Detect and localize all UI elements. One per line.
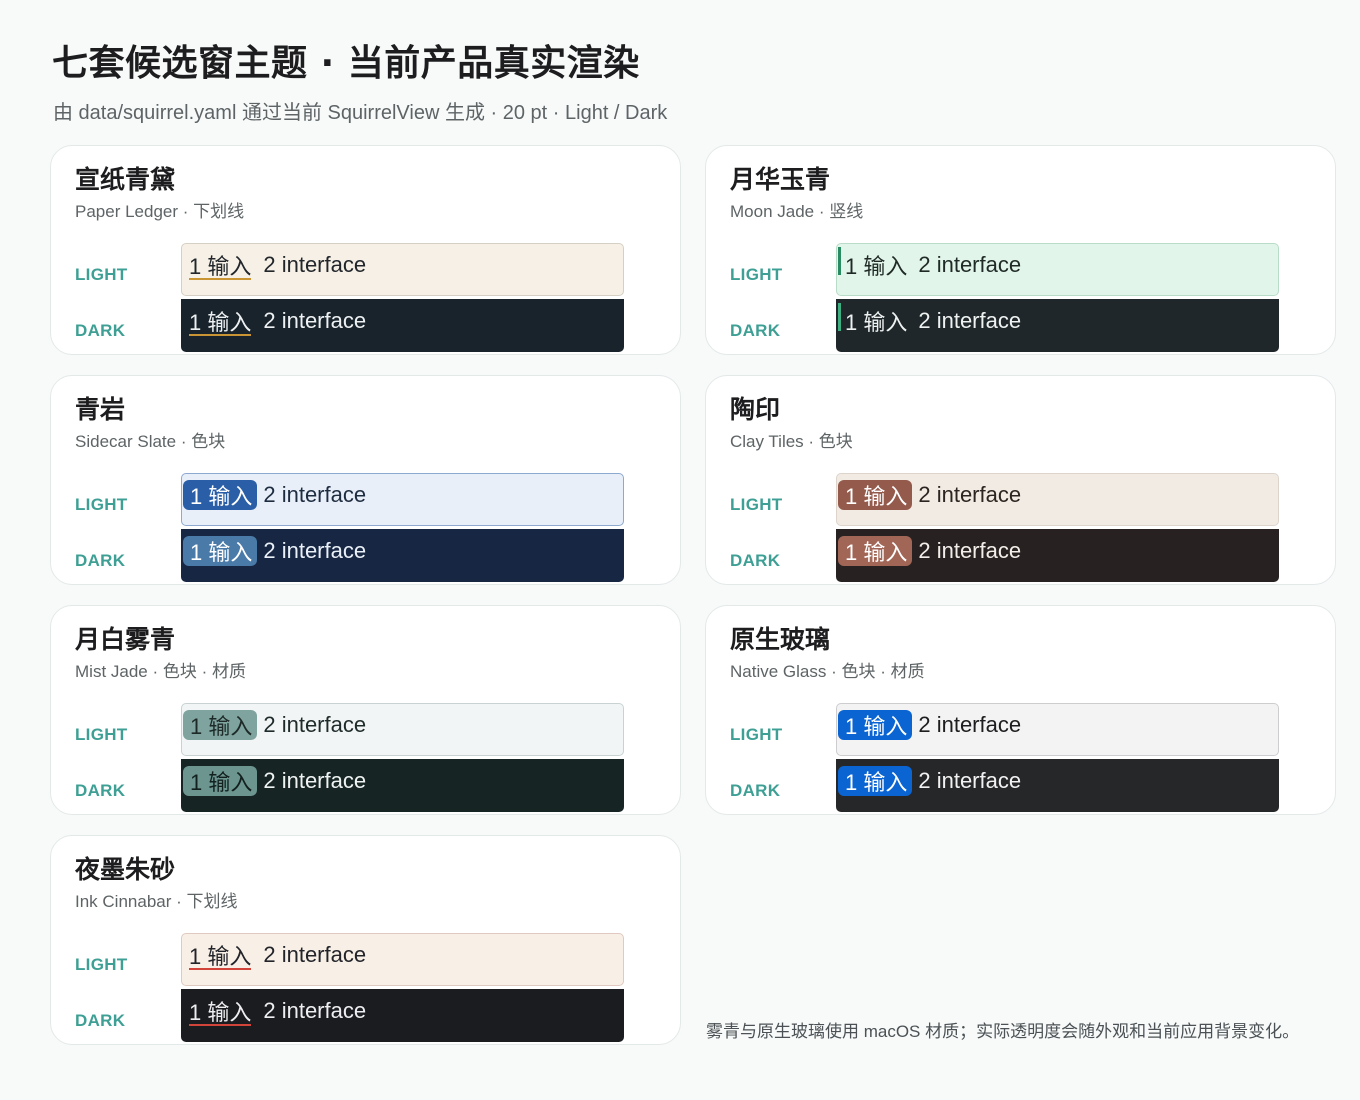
theme-subtitle: Sidecar Slate · 色块 (75, 432, 226, 451)
light-mode-label: LIGHT (75, 725, 128, 744)
dark-mode-label: DARK (730, 781, 781, 800)
theme-name: 青岩 (75, 395, 126, 424)
theme-card[interactable]: 原生玻璃 Native Glass · 色块 · 材质 LIGHT DARK 1… (705, 605, 1336, 815)
page-subtitle: 由 data/squirrel.yaml 通过当前 SquirrelView 生… (53, 102, 668, 124)
theme-name: 原生玻璃 (730, 625, 831, 654)
theme-card[interactable]: 夜墨朱砂 Ink Cinnabar · 下划线 LIGHT DARK 1 输入 … (50, 835, 681, 1045)
candidate-panel-dark: 1 输入 2 interface (181, 759, 624, 812)
dark-mode-label: DARK (75, 781, 126, 800)
candidate-2[interactable]: 2 interface (257, 536, 371, 566)
dark-mode-label: DARK (75, 551, 126, 570)
theme-name: 月白雾青 (75, 625, 176, 654)
candidate-panel-light: 1 输入 2 interface (181, 933, 624, 986)
theme-subtitle: Ink Cinnabar · 下划线 (75, 892, 238, 911)
dark-mode-label: DARK (730, 551, 781, 570)
candidate-1[interactable]: 1 输入 (183, 710, 258, 740)
candidate-panel-light: 1 输入 2 interface (181, 473, 624, 526)
candidate-1[interactable]: 1 输入 (838, 306, 912, 336)
candidate-2[interactable]: 2 interface (912, 480, 1026, 510)
dark-mode-label: DARK (730, 321, 781, 340)
candidate-2[interactable]: 2 interface (912, 306, 1026, 336)
theme-card[interactable]: 青岩 Sidecar Slate · 色块 LIGHT DARK 1 输入 2 … (50, 375, 681, 585)
candidate-1[interactable]: 1 输入 (838, 710, 913, 740)
candidate-panel-dark: 1 输入 2 interface (836, 529, 1279, 582)
candidate-panel-dark: 1 输入 2 interface (836, 299, 1279, 352)
candidate-panel-light: 1 输入 2 interface (836, 243, 1279, 296)
footnote: 雾青与原生玻璃使用 macOS 材质；实际透明度会随外观和当前应用背景变化。 (706, 1022, 1300, 1041)
theme-grid: 宣纸青黛 Paper Ledger · 下划线 LIGHT DARK 1 输入 … (50, 145, 1336, 1045)
page-title: 七套候选窗主题 · 当前产品真实渲染 (52, 43, 640, 84)
theme-name: 宣纸青黛 (75, 165, 176, 194)
candidate-1[interactable]: 1 输入 (838, 536, 913, 566)
candidate-panel-dark: 1 输入 2 interface (836, 759, 1279, 812)
candidate-1[interactable]: 1 输入 (838, 766, 913, 796)
theme-card[interactable]: 月白雾青 Mist Jade · 色块 · 材质 LIGHT DARK 1 输入… (50, 605, 681, 815)
theme-subtitle: Moon Jade · 竖线 (730, 202, 864, 221)
theme-card[interactable]: 月华玉青 Moon Jade · 竖线 LIGHT DARK 1 输入 2 in… (705, 145, 1336, 355)
theme-card[interactable]: 陶印 Clay Tiles · 色块 LIGHT DARK 1 输入 2 int… (705, 375, 1336, 585)
candidate-1[interactable]: 1 输入 (838, 250, 912, 280)
candidate-2[interactable]: 2 interface (257, 710, 371, 740)
light-mode-label: LIGHT (75, 265, 128, 284)
candidate-2[interactable]: 2 interface (257, 996, 371, 1026)
light-mode-label: LIGHT (75, 495, 128, 514)
candidate-1[interactable]: 1 输入 (183, 480, 258, 510)
candidate-1[interactable]: 1 输入 (183, 766, 258, 796)
candidate-2[interactable]: 2 interface (912, 250, 1026, 280)
candidate-2[interactable]: 2 interface (257, 480, 371, 510)
candidate-2[interactable]: 2 interface (257, 250, 371, 280)
candidate-2[interactable]: 2 interface (257, 306, 371, 336)
candidate-panel-dark: 1 输入 2 interface (181, 989, 624, 1042)
theme-name: 月华玉青 (730, 165, 831, 194)
theme-card[interactable]: 宣纸青黛 Paper Ledger · 下划线 LIGHT DARK 1 输入 … (50, 145, 681, 355)
light-mode-label: LIGHT (730, 725, 783, 744)
candidate-2[interactable]: 2 interface (257, 940, 371, 970)
candidate-1[interactable]: 1 输入 (189, 306, 251, 336)
theme-name: 陶印 (730, 395, 781, 424)
candidate-panel-light: 1 输入 2 interface (181, 703, 624, 756)
dark-mode-label: DARK (75, 321, 126, 340)
candidate-panel-light: 1 输入 2 interface (836, 703, 1279, 756)
selection-bar (838, 303, 841, 331)
candidate-2[interactable]: 2 interface (912, 536, 1026, 566)
theme-subtitle: Paper Ledger · 下划线 (75, 202, 245, 221)
dark-mode-label: DARK (75, 1011, 126, 1030)
theme-subtitle: Native Glass · 色块 · 材质 (730, 662, 925, 681)
theme-name: 夜墨朱砂 (75, 855, 176, 884)
candidate-panel-dark: 1 输入 2 interface (181, 529, 624, 582)
selection-bar (838, 247, 841, 275)
theme-subtitle: Mist Jade · 色块 · 材质 (75, 662, 246, 681)
light-mode-label: LIGHT (730, 265, 783, 284)
light-mode-label: LIGHT (730, 495, 783, 514)
candidate-1[interactable]: 1 输入 (183, 536, 258, 566)
candidate-1[interactable]: 1 输入 (189, 940, 251, 970)
light-mode-label: LIGHT (75, 955, 128, 974)
candidate-2[interactable]: 2 interface (912, 710, 1026, 740)
candidate-panel-dark: 1 输入 2 interface (181, 299, 624, 352)
candidate-1[interactable]: 1 输入 (189, 996, 251, 1026)
candidate-panel-light: 1 输入 2 interface (836, 473, 1279, 526)
candidate-2[interactable]: 2 interface (257, 766, 371, 796)
candidate-panel-light: 1 输入 2 interface (181, 243, 624, 296)
candidate-1[interactable]: 1 输入 (189, 250, 251, 280)
candidate-2[interactable]: 2 interface (912, 766, 1026, 796)
candidate-1[interactable]: 1 输入 (838, 480, 913, 510)
theme-subtitle: Clay Tiles · 色块 (730, 432, 853, 451)
